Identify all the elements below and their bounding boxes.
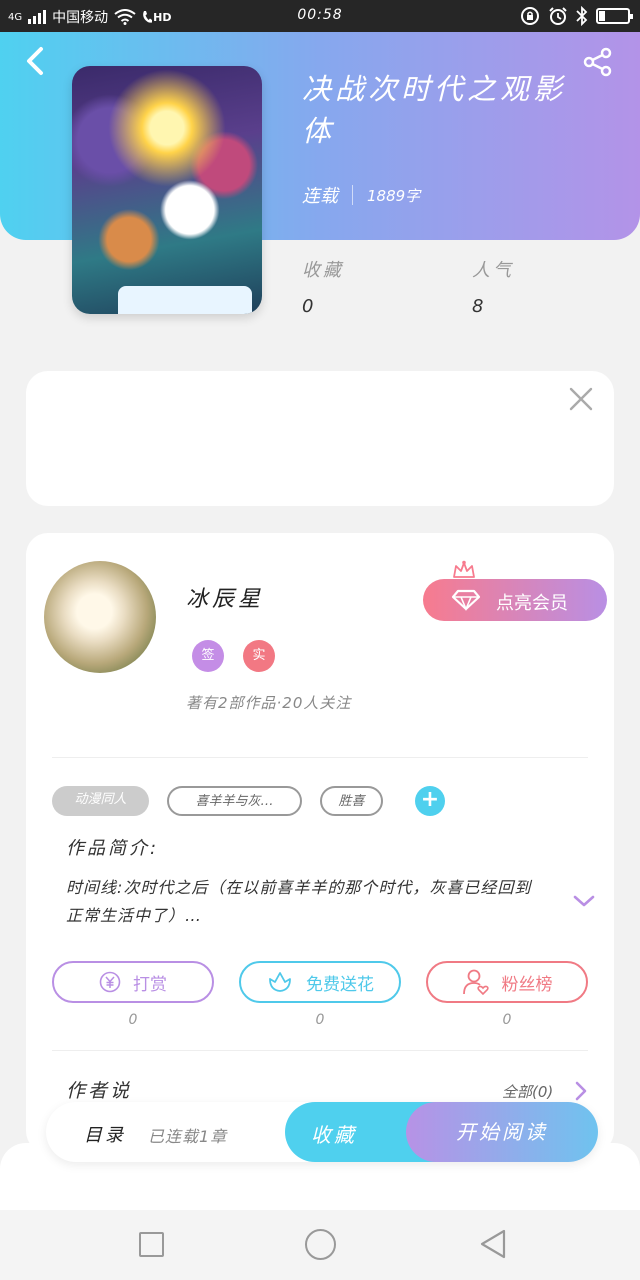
reward-count: 0	[128, 1012, 138, 1028]
divider	[52, 757, 588, 758]
intro-text: 时间线:次时代之后（在以前喜羊羊的那个时代，灰喜已经回到正常生活中了）…	[66, 878, 532, 925]
start-reading-button[interactable]: 开始阅读	[406, 1102, 598, 1162]
word-count: 1889字	[367, 186, 421, 205]
meta-divider	[352, 185, 353, 205]
bluetooth-icon	[576, 6, 588, 26]
back-arrow-icon[interactable]	[24, 46, 46, 76]
divider	[52, 1050, 588, 1051]
stat-favorites: 收藏 0	[302, 256, 344, 317]
diamond-icon	[451, 589, 481, 611]
badge-verified: 实	[243, 640, 275, 672]
battery-icon	[596, 8, 633, 24]
book-title: 决战次时代之观影体	[302, 72, 567, 148]
tag-item[interactable]: 胜喜	[320, 786, 383, 816]
author-says-heading: 作者说	[66, 1080, 133, 1102]
lock-rotation-icon	[521, 7, 539, 25]
status-right	[520, 6, 633, 26]
flower-count: 0	[315, 1012, 325, 1028]
catalog-button[interactable]: 目录	[84, 1121, 126, 1147]
book-meta: 连载 1889字	[302, 182, 420, 208]
serial-status: 连载	[302, 186, 338, 207]
tag-item[interactable]: 喜羊羊与灰…	[167, 786, 302, 816]
vip-button-label: 点亮会员	[496, 593, 568, 614]
tag-item[interactable]: 动漫同人	[52, 786, 149, 816]
author-says-all-link[interactable]: 全部(0)	[502, 1081, 553, 1102]
favorite-label: 收藏	[311, 1123, 357, 1147]
stat-value: 8	[472, 296, 484, 317]
free-flower-label: 免费送花	[306, 974, 374, 995]
stat-popularity: 人气 8	[472, 256, 514, 317]
close-icon[interactable]	[568, 386, 594, 412]
ad-banner[interactable]	[26, 371, 614, 506]
fan-user-icon	[462, 969, 489, 995]
free-flower-button[interactable]: 免费送花	[239, 961, 401, 1003]
alarm-icon	[549, 7, 567, 25]
author-name[interactable]: 冰辰星	[186, 581, 264, 613]
fan-rank-label: 粉丝榜	[501, 974, 553, 995]
fan-count: 0	[502, 1012, 512, 1028]
crown-icon	[453, 560, 475, 578]
vip-button[interactable]: 点亮会员	[423, 579, 607, 621]
author-works-info: 著有2部作品·20人关注	[186, 694, 352, 712]
status-bar: 4G 中国移动 HD 00:58	[0, 0, 640, 32]
stat-label: 收藏	[302, 260, 344, 281]
fan-rank-button[interactable]: 粉丝榜	[426, 961, 588, 1003]
chevron-down-icon[interactable]	[572, 892, 596, 910]
recents-icon[interactable]	[139, 1232, 164, 1257]
add-tag-button[interactable]: +	[415, 786, 445, 816]
stat-value: 0	[302, 296, 314, 317]
book-cover[interactable]	[72, 66, 262, 314]
intro-heading: 作品简介:	[66, 838, 160, 859]
flower-icon	[269, 972, 291, 992]
home-icon[interactable]	[305, 1229, 336, 1260]
badge-signed: 签	[192, 640, 224, 672]
back-nav-icon[interactable]	[478, 1228, 508, 1260]
cover-logo	[118, 286, 252, 314]
serial-chapter-info[interactable]: 已连载1章	[148, 1123, 227, 1147]
author-avatar[interactable]	[44, 561, 156, 673]
share-icon[interactable]	[582, 46, 614, 78]
yuan-coin-icon	[99, 971, 121, 993]
chevron-right-icon[interactable]	[574, 1080, 588, 1102]
reward-button[interactable]: 打赏	[52, 961, 214, 1003]
reward-label: 打赏	[133, 974, 167, 995]
stat-label: 人气	[472, 260, 514, 281]
